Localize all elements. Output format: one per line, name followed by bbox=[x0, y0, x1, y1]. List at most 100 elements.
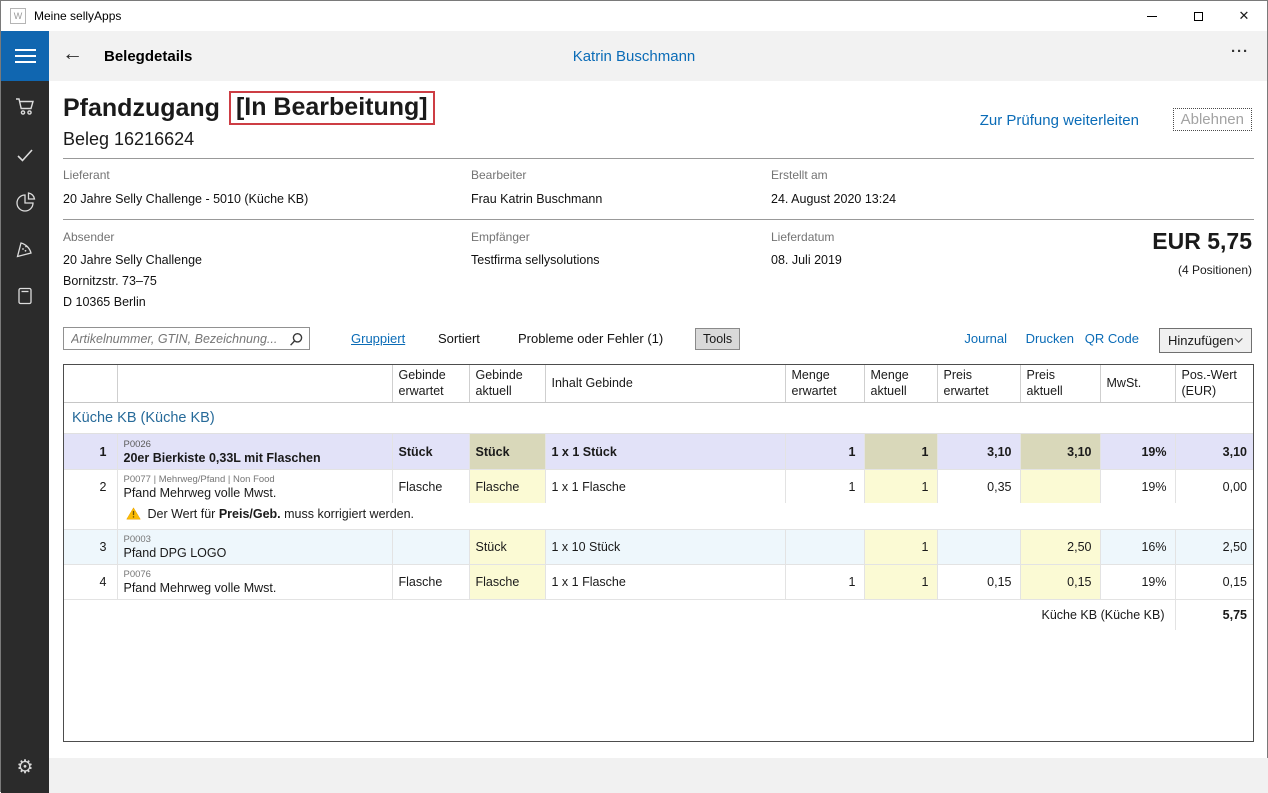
preis-aktuell-cell[interactable]: 0,15 bbox=[1020, 564, 1101, 601]
row-number: 4 bbox=[64, 564, 118, 601]
bearbeiter-label: Bearbeiter bbox=[471, 168, 527, 182]
tools-button[interactable]: Tools bbox=[695, 328, 741, 350]
col-article bbox=[117, 365, 393, 404]
menge-aktuell-cell[interactable]: 1 bbox=[864, 564, 938, 601]
pos-wert-cell: 0,00 bbox=[1222, 479, 1247, 494]
col-menge-erwartet[interactable]: Menge erwartet bbox=[785, 365, 865, 404]
table-row-2[interactable]: 2 P0077 | Mehrweg/Pfand | Non Food Pfand… bbox=[64, 469, 1253, 503]
back-button[interactable]: ← bbox=[62, 42, 83, 66]
menge-erwartet-cell: 1 bbox=[785, 433, 865, 471]
window-titlebar: W Meine sellyApps ✕ bbox=[1, 1, 1267, 31]
warning-text: Der Wert für Preis/Geb. muss korrigiert … bbox=[147, 506, 415, 521]
problems-filter[interactable]: Probleme oder Fehler (1) bbox=[518, 331, 663, 346]
pie-chart-icon[interactable] bbox=[1, 189, 49, 215]
journal-link[interactable]: Journal bbox=[964, 331, 1007, 346]
article-cell: P0077 | Mehrweg/Pfand | Non Food Pfand M… bbox=[117, 469, 393, 503]
absender-line2: Bornitzstr. 73–75 bbox=[63, 274, 157, 288]
group-header-row: Küche KB (Küche KB) bbox=[64, 402, 1253, 435]
col-preis-aktuell[interactable]: Preis aktuell bbox=[1020, 365, 1101, 404]
article-name: Pfand Mehrweg volle Mwst. bbox=[123, 581, 277, 596]
maximize-icon bbox=[1193, 11, 1203, 21]
gebinde-erwartet-cell: Stück bbox=[392, 433, 470, 471]
divider bbox=[63, 219, 1254, 220]
hamburger-menu-button[interactable] bbox=[1, 31, 49, 81]
pos-wert-cell: 3,10 bbox=[1175, 433, 1253, 471]
gebinde-aktuell-cell[interactable]: Stück bbox=[469, 433, 546, 471]
forward-for-review-link[interactable]: Zur Prüfung weiterleiten bbox=[980, 112, 1139, 129]
mwst-cell: 19% bbox=[1100, 433, 1176, 471]
menge-aktuell-cell[interactable]: 1 bbox=[864, 433, 938, 471]
book-icon[interactable] bbox=[1, 283, 49, 309]
preis-aktuell-cell[interactable]: 3,10 bbox=[1020, 433, 1101, 471]
preis-erwartet-cell: 0,35 bbox=[937, 469, 1021, 503]
col-mwst[interactable]: MwSt. bbox=[1100, 365, 1176, 404]
document-total-amount: EUR 5,75 bbox=[1152, 228, 1252, 254]
col-preis-erwartet[interactable]: Preis erwartet bbox=[937, 365, 1021, 404]
table-empty-area bbox=[64, 630, 1253, 741]
gebinde-aktuell-cell[interactable]: Stück bbox=[469, 529, 546, 566]
app-window: { "window": { "title": "Meine sellyApps"… bbox=[0, 0, 1268, 793]
document-type-title: Pfandzugang bbox=[63, 93, 220, 122]
menge-aktuell-cell[interactable]: 1 bbox=[864, 469, 938, 503]
search-box bbox=[63, 327, 310, 350]
pos-wert-cell: 2,50 bbox=[1175, 529, 1253, 566]
table-row-4[interactable]: 4 P0076 Pfand Mehrweg volle Mwst. Flasch… bbox=[64, 564, 1253, 601]
article-code: P0003 bbox=[123, 534, 151, 546]
lieferdatum-label: Lieferdatum bbox=[771, 230, 835, 244]
table-row-3[interactable]: 3 P0003 Pfand DPG LOGO Stück 1 x 10 Stüc… bbox=[64, 529, 1253, 566]
erstellt-am-label: Erstellt am bbox=[771, 168, 828, 182]
col-gebinde-aktuell[interactable]: Gebinde aktuell bbox=[469, 365, 546, 404]
row-number: 1 bbox=[64, 433, 118, 471]
table-header-row: Gebinde erwartet Gebinde aktuell Inhalt … bbox=[64, 365, 1253, 404]
col-pos-wert[interactable]: Pos.-Wert (EUR) bbox=[1175, 365, 1253, 404]
maximize-button[interactable] bbox=[1175, 1, 1221, 31]
toggle-sorted[interactable]: Sortiert bbox=[438, 331, 480, 346]
pizza-slice-icon[interactable] bbox=[1, 236, 49, 262]
add-button[interactable]: Hinzufügen bbox=[1159, 328, 1252, 353]
positions-table: Gebinde erwartet Gebinde aktuell Inhalt … bbox=[63, 364, 1254, 742]
search-icon[interactable] bbox=[289, 332, 304, 352]
absender-label: Absender bbox=[63, 230, 115, 244]
col-gebinde-erwartet[interactable]: Gebinde erwartet bbox=[392, 365, 470, 404]
reject-button[interactable]: Ablehnen bbox=[1172, 108, 1252, 131]
col-rownum bbox=[64, 365, 118, 404]
preis-erwartet-cell: 0,15 bbox=[937, 564, 1021, 601]
page-title: Belegdetails bbox=[104, 48, 193, 65]
minimize-icon bbox=[1147, 15, 1157, 17]
menge-erwartet-cell: 1 bbox=[785, 469, 865, 503]
mwst-cell: 16% bbox=[1100, 529, 1176, 566]
search-input[interactable] bbox=[64, 328, 309, 349]
minimize-button[interactable] bbox=[1129, 1, 1175, 31]
article-name: Pfand Mehrweg volle Mwst. bbox=[123, 485, 277, 500]
preis-aktuell-cell[interactable] bbox=[1020, 469, 1101, 503]
warning-icon bbox=[125, 507, 141, 520]
checkmark-icon[interactable] bbox=[1, 142, 49, 168]
gebinde-aktuell-cell[interactable]: Flasche bbox=[469, 469, 546, 503]
absender-line3: D 10365 Berlin bbox=[63, 295, 146, 309]
bearbeiter-value: Frau Katrin Buschmann bbox=[471, 192, 603, 206]
article-cell: P0026 20er Bierkiste 0,33L mit Flaschen bbox=[117, 433, 393, 471]
empfaenger-value: Testfirma sellysolutions bbox=[471, 253, 600, 267]
gebinde-aktuell-cell[interactable]: Flasche bbox=[469, 564, 546, 601]
menge-aktuell-cell[interactable]: 1 bbox=[864, 529, 938, 566]
inhalt-gebinde-cell: 1 x 1 Stück bbox=[545, 433, 786, 471]
settings-gear-icon[interactable]: ⚙ bbox=[1, 754, 49, 780]
toggle-grouped[interactable]: Gruppiert bbox=[351, 331, 405, 346]
shopping-cart-icon[interactable] bbox=[1, 93, 49, 119]
col-inhalt-gebinde[interactable]: Inhalt Gebinde bbox=[545, 365, 786, 404]
add-button-label: Hinzufügen bbox=[1168, 333, 1234, 348]
lieferant-value: 20 Jahre Selly Challenge - 5010 (Küche K… bbox=[63, 192, 309, 206]
print-link[interactable]: Drucken bbox=[1026, 331, 1074, 346]
menge-erwartet-cell bbox=[785, 529, 865, 566]
more-options-button[interactable]: ··· bbox=[1231, 43, 1249, 60]
group-title: Küche KB (Küche KB) bbox=[64, 402, 1253, 435]
empfaenger-label: Empfänger bbox=[471, 230, 530, 244]
mwst-cell: 19% bbox=[1100, 564, 1176, 601]
qr-code-link[interactable]: QR Code bbox=[1085, 331, 1139, 346]
table-row-1[interactable]: 1 P0026 20er Bierkiste 0,33L mit Flasche… bbox=[64, 433, 1253, 471]
preis-aktuell-cell[interactable]: 2,50 bbox=[1020, 529, 1101, 566]
col-menge-aktuell[interactable]: Menge aktuell bbox=[864, 365, 938, 404]
gebinde-erwartet-cell bbox=[392, 529, 470, 566]
inhalt-gebinde-cell: 1 x 1 Flasche bbox=[545, 564, 786, 601]
close-button[interactable]: ✕ bbox=[1221, 1, 1267, 31]
